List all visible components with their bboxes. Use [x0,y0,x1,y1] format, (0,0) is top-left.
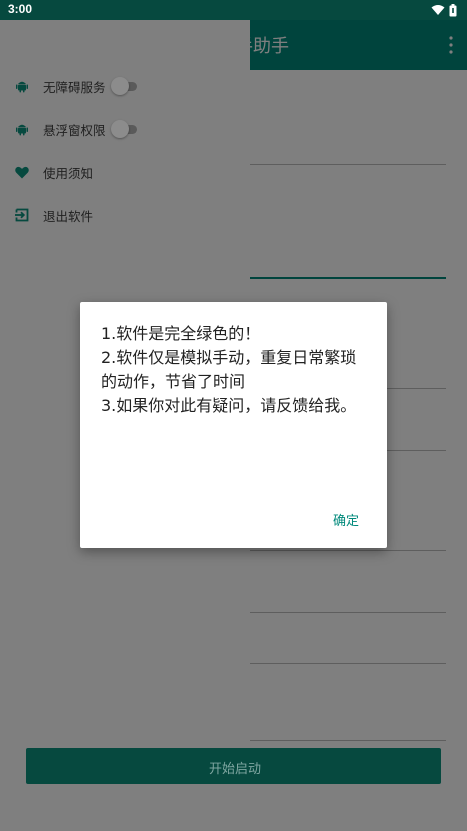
dialog-ok-button[interactable]: 确定 [333,510,359,529]
status-icons [431,2,457,18]
drawer-item-label: 悬浮窗权限 [43,122,106,138]
drawer-item-label: 使用须知 [43,165,94,181]
notice-dialog: 1.软件是完全绿色的！ 2.软件仅是模拟手动，重复日常繁琐的动作，节省了时间 3… [80,302,387,548]
start-button-label: 开始启动 [209,762,262,777]
drawer-item-exit[interactable]: 退出软件 [0,200,250,230]
status-bar: 3:00 [0,0,467,20]
dialog-message: 1.软件是完全绿色的！ 2.软件仅是模拟手动，重复日常繁琐的动作，节省了时间 3… [101,322,367,418]
drawer-item-label: 无障碍服务 [43,79,106,95]
dialog-line: 2.软件仅是模拟手动，重复日常繁琐的动作，节省了时间 [101,348,357,391]
status-time: 3:00 [8,2,33,16]
heart-icon [14,164,30,180]
dialog-line: 1.软件是完全绿色的！ [101,324,261,343]
drawer-item-accessibility[interactable]: 无障碍服务 [0,71,250,101]
android-icon [14,78,30,94]
drawer-item-overlay-permission[interactable]: 悬浮窗权限 [0,114,250,144]
android-icon [14,121,30,137]
accessibility-switch[interactable] [111,76,137,96]
drawer-item-usage-notice[interactable]: 使用须知 [0,157,250,187]
wifi-icon [431,5,445,15]
drawer-item-label: 退出软件 [43,208,94,224]
overlay-permission-switch[interactable] [111,119,137,139]
start-button-right-part[interactable] [250,748,441,784]
exit-icon [14,207,30,223]
dialog-line: 3.如果你对此有疑问，请反馈给我。 [101,396,357,415]
battery-icon [449,3,457,16]
